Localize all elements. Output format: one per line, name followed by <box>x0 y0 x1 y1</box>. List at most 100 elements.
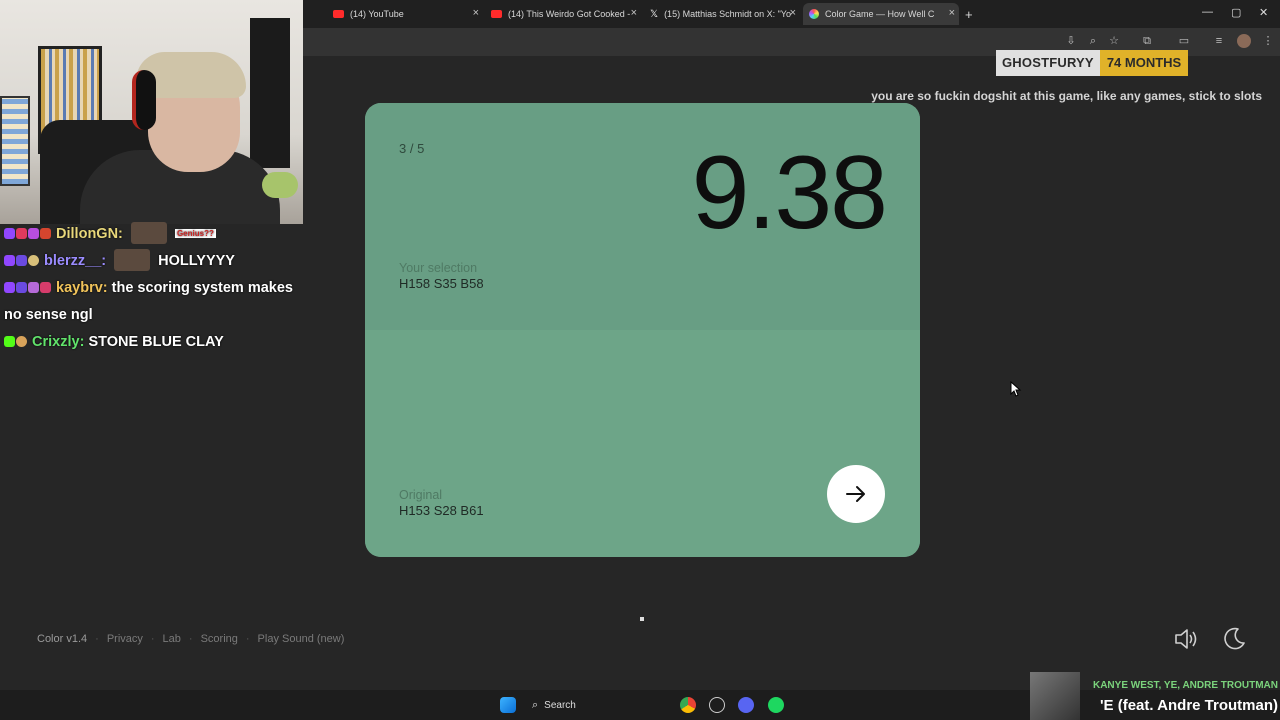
discord-icon[interactable] <box>738 697 754 713</box>
next-round-button[interactable] <box>827 465 885 523</box>
tab-title: (14) This Weirdo Got Cooked - <box>508 9 631 19</box>
badge-icon <box>40 228 51 239</box>
chat-overlay: DillonGN: Genius?? blerzz__: HOLLYYYY ka… <box>4 220 302 356</box>
emote <box>114 249 151 271</box>
badge-icon <box>40 282 51 293</box>
badge-icon <box>16 255 27 266</box>
chat-text: HOLLYYYY <box>158 253 235 269</box>
windows-start-icon[interactable] <box>500 697 516 713</box>
separator: · <box>150 633 155 645</box>
sub-alert-message: you are so fuckin dogshit at this game, … <box>871 89 1262 103</box>
album-art <box>1030 672 1080 720</box>
taskbar-search-label: Search <box>544 699 576 711</box>
badge-icon <box>28 228 39 239</box>
doorway <box>250 18 290 168</box>
badge-icon <box>16 282 27 293</box>
chat-message: Crixzly: STONE BLUE CLAY <box>4 329 302 356</box>
queue-icon[interactable]: ≡ <box>1212 34 1226 48</box>
round-counter: 3 / 5 <box>399 141 425 156</box>
original-swatch: Original H153 S28 B61 <box>365 330 920 557</box>
footer-link-play-sound[interactable]: Play Sound (new) <box>258 633 345 645</box>
chrome-icon[interactable] <box>680 697 696 713</box>
your-selection-value: H158 S35 B58 <box>399 276 484 291</box>
sidebar-icon[interactable]: ▭ <box>1177 34 1191 48</box>
mouse-cursor-icon <box>1010 381 1022 397</box>
bookmark-star-icon[interactable]: ☆ <box>1107 34 1121 48</box>
close-tab-icon[interactable]: × <box>949 7 955 19</box>
tab-x-post[interactable]: 𝕏 (15) Matthias Schmidt on X: "Yo × <box>650 3 800 25</box>
footer: Color v1.4 · Privacy · Lab · Scoring · P… <box>37 633 344 645</box>
obs-icon[interactable] <box>709 697 725 713</box>
plus-icon: + <box>965 6 973 22</box>
x-logo-icon: 𝕏 <box>650 8 659 20</box>
loading-dot <box>640 617 644 621</box>
sub-alert-months: 74 MONTHS <box>1099 50 1189 76</box>
tab-video[interactable]: (14) This Weirdo Got Cooked - × <box>491 3 641 25</box>
menu-dots-icon[interactable]: ⋮ <box>1261 34 1275 48</box>
spotify-icon[interactable] <box>768 697 784 713</box>
wall-art <box>0 96 30 186</box>
badge-icon <box>4 228 15 239</box>
youtube-icon <box>491 10 502 18</box>
close-tab-icon[interactable]: × <box>790 7 796 19</box>
badge-icon <box>4 282 15 293</box>
minimize-icon[interactable]: — <box>1202 6 1213 18</box>
chat-username: blerzz__: <box>44 253 107 269</box>
new-tab-button[interactable]: + <box>965 3 979 25</box>
chat-message: blerzz__: HOLLYYYY <box>4 248 302 275</box>
your-selection-label: Your selection <box>399 261 478 275</box>
result-card: 3 / 5 9.38 Your selection H158 S35 B58 O… <box>365 103 920 557</box>
separator: · <box>95 633 99 645</box>
footer-link-lab[interactable]: Lab <box>163 633 181 645</box>
headset <box>132 70 156 130</box>
chat-username: Crixzly: <box>32 334 85 350</box>
original-label: Original <box>399 488 443 502</box>
maximize-icon[interactable]: ▢ <box>1231 6 1241 19</box>
emote-label: Genius?? <box>174 229 216 238</box>
webcam-overlay <box>0 0 303 224</box>
badge-icon <box>4 255 15 266</box>
kick-badge-icon <box>4 336 15 347</box>
now-playing-artist: KANYE WEST, YE, ANDRE TROUTMAN <box>1092 680 1278 691</box>
speaker-icon[interactable] <box>1172 625 1200 653</box>
chat-message: DillonGN: Genius?? <box>4 220 302 248</box>
sub-alert-name: GHOSTFURYY <box>996 50 1100 76</box>
color-wheel-icon <box>809 9 819 19</box>
original-value: H153 S28 B61 <box>399 503 484 518</box>
install-icon[interactable]: ⇩ <box>1064 34 1078 48</box>
badge-icon <box>28 255 39 266</box>
chat-username: DillonGN: <box>56 226 123 242</box>
footer-link-scoring[interactable]: Scoring <box>201 633 238 645</box>
zoom-icon[interactable]: ⌕ <box>1086 34 1100 48</box>
badge-icon <box>28 282 39 293</box>
badge-icon <box>16 228 27 239</box>
extensions-icon[interactable]: ⧉ <box>1140 34 1154 48</box>
sub-alert: GHOSTFURYY 74 MONTHS <box>996 50 1189 76</box>
now-playing-title: 'E (feat. Andre Troutman) <box>1099 697 1278 714</box>
moon-icon[interactable] <box>1220 625 1248 653</box>
selection-swatch: 3 / 5 9.38 Your selection H158 S35 B58 <box>365 103 920 330</box>
tab-youtube[interactable]: (14) YouTube × <box>333 3 483 25</box>
tab-title: Color Game — How Well C <box>825 9 935 19</box>
chat-text: STONE BLUE CLAY <box>88 334 224 350</box>
score: 9.38 <box>691 135 888 251</box>
footer-link-privacy[interactable]: Privacy <box>107 633 143 645</box>
brand-version: Color v1.4 <box>37 633 88 645</box>
profile-avatar-icon[interactable] <box>1237 34 1251 48</box>
arrow-right-icon <box>846 486 865 502</box>
badge-icon <box>16 336 27 347</box>
close-tab-icon[interactable]: × <box>473 7 479 19</box>
emote <box>130 222 167 244</box>
close-tab-icon[interactable]: × <box>631 7 637 19</box>
tab-color-game[interactable]: Color Game — How Well C × <box>803 3 959 25</box>
chat-username: kaybrv: <box>56 280 108 296</box>
youtube-icon <box>333 10 344 18</box>
tab-title: (15) Matthias Schmidt on X: "Yo <box>664 9 791 19</box>
close-window-icon[interactable]: ✕ <box>1259 6 1268 19</box>
separator: · <box>245 633 250 645</box>
separator: · <box>188 633 193 645</box>
chat-message: kaybrv: the scoring system makes no sens… <box>4 275 302 329</box>
search-icon: ⌕ <box>532 698 539 711</box>
screen: (14) YouTube × (14) This Weirdo Got Cook… <box>0 0 1280 720</box>
taskbar-search[interactable]: ⌕ Search <box>526 695 662 715</box>
